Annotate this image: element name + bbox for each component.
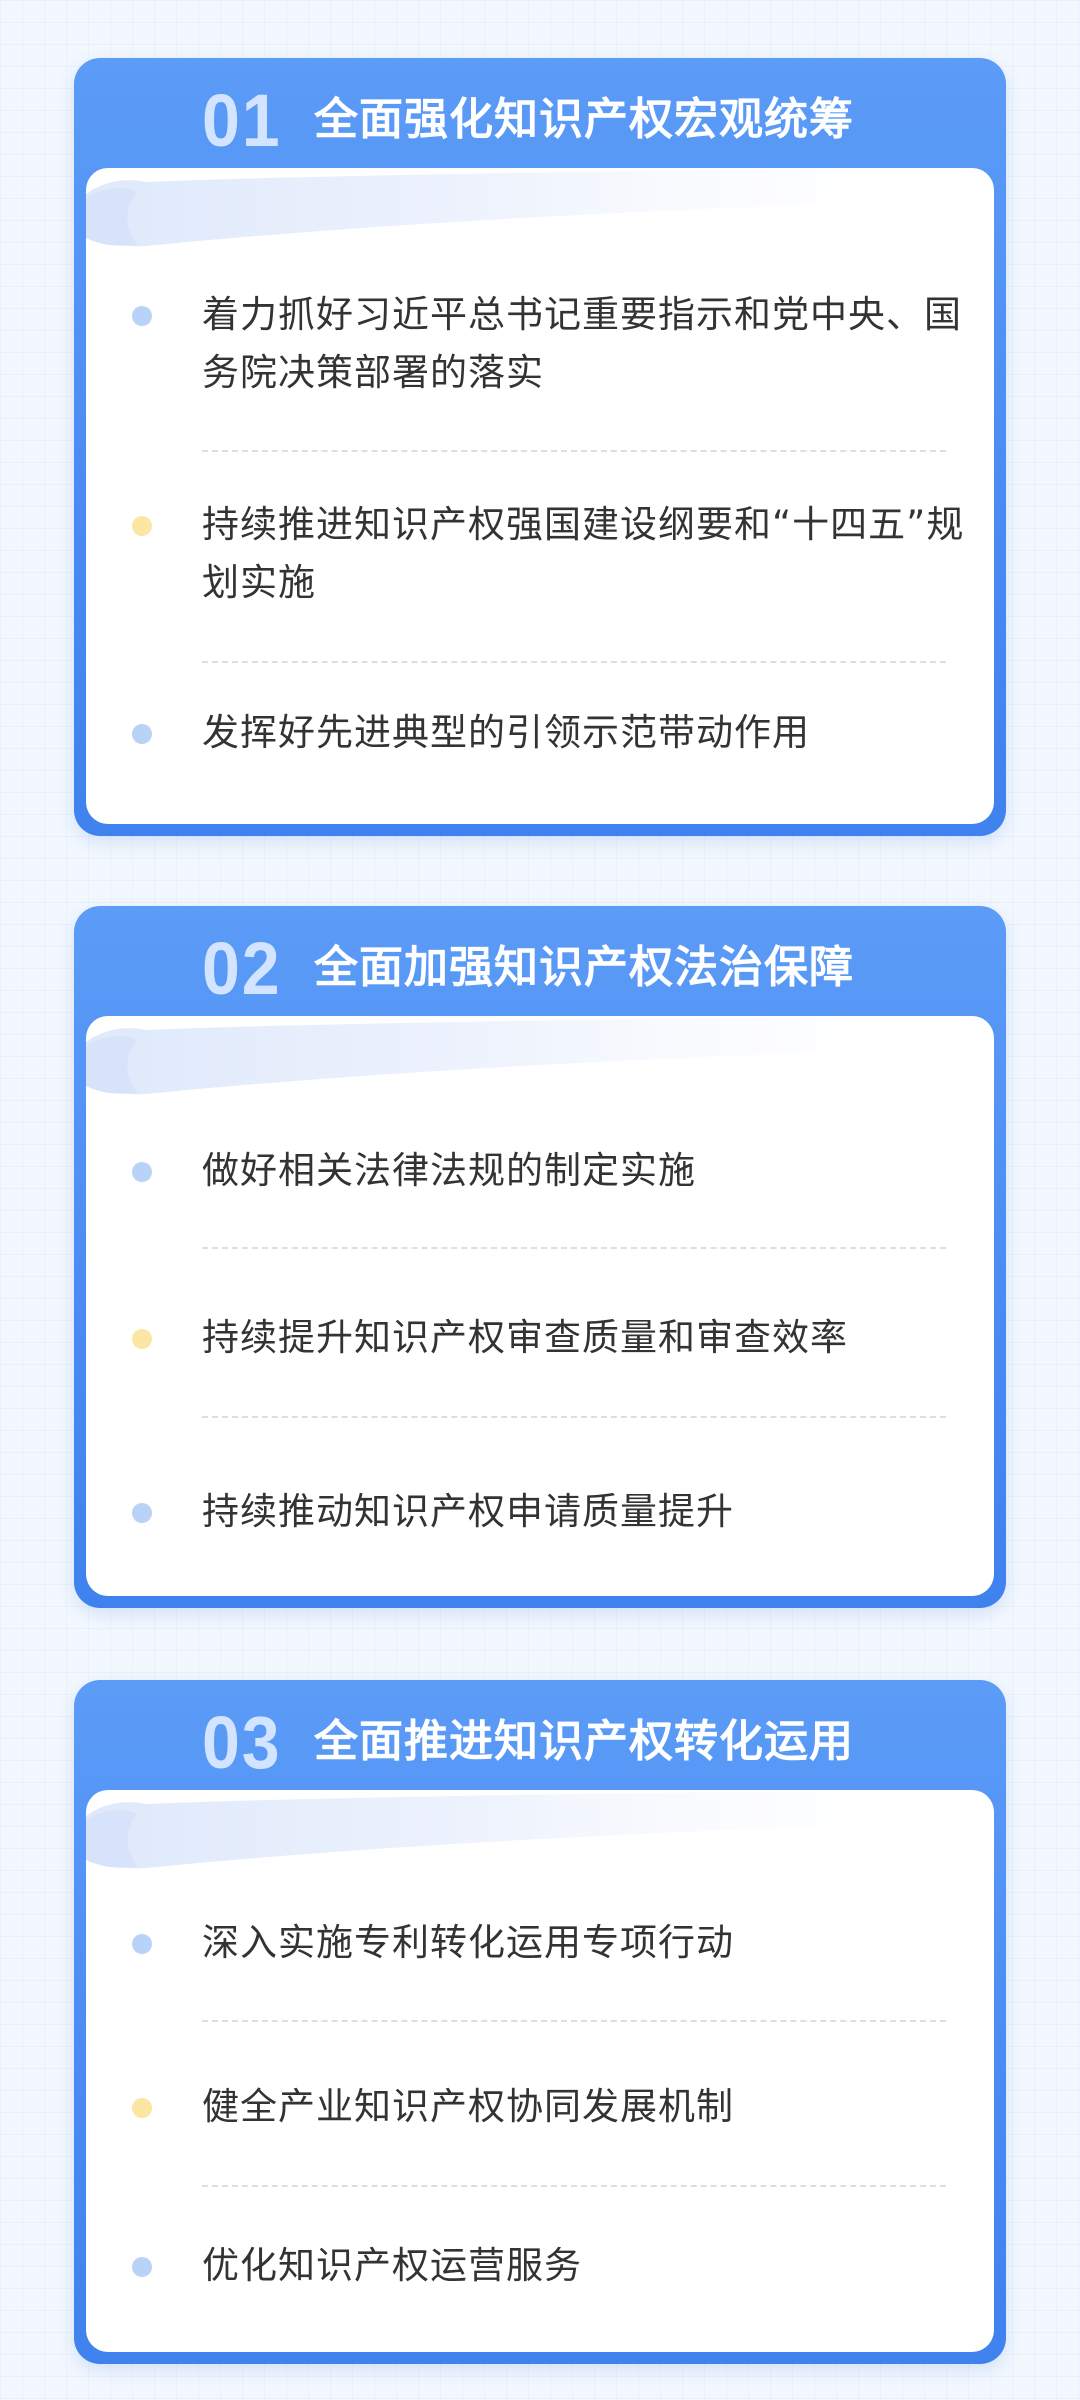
section-number: 03 [202, 1701, 282, 1784]
list-item-text: 发挥好先进典型的引领示范带动作用 [202, 711, 810, 754]
divider [202, 2185, 946, 2187]
section-card-3: 03 全面推进知识产权转化运用 深入实施专利转化运用专项行动 健全产业知识产权协… [74, 1680, 1006, 2364]
divider [202, 661, 946, 663]
bullet-dot [132, 516, 152, 536]
list-item-text: 深入实施专利转化运用专项行动 [202, 1921, 734, 1964]
list-item-text: 持续推动知识产权申请质量提升 [202, 1490, 734, 1533]
section-number: 02 [202, 927, 282, 1010]
list-item-text: 持续推进知识产权强国建设纲要和“十四五”规划实施 [202, 503, 965, 604]
list-item-text: 优化知识产权运营服务 [202, 2244, 582, 2287]
section-header: 03 全面推进知识产权转化运用 [74, 1680, 1006, 1798]
section-content-card: 着力抓好习近平总书记重要指示和党中央、国务院决策部署的落实 持续推进知识产权强国… [86, 168, 994, 824]
divider [202, 450, 946, 452]
bullet-dot [132, 2257, 152, 2277]
list-item-text: 着力抓好习近平总书记重要指示和党中央、国务院决策部署的落实 [202, 293, 962, 394]
section-title: 全面强化知识产权宏观统筹 [314, 94, 854, 145]
page-curl-decoration [86, 1016, 994, 1095]
bullet-dot [132, 306, 152, 326]
bullet-dot [132, 1934, 152, 1954]
section-number: 01 [202, 79, 282, 162]
list-item-text: 健全产业知识产权协同发展机制 [202, 2085, 734, 2128]
section-title: 全面加强知识产权法治保障 [314, 942, 854, 993]
list-item-text: 做好相关法律法规的制定实施 [202, 1149, 696, 1192]
divider [202, 1247, 946, 1249]
section-card-1: 01 全面强化知识产权宏观统筹 着力抓好习近平总书记重要指示和党中央、国务院决策… [74, 58, 1006, 836]
section-card-2: 02 全面加强知识产权法治保障 做好相关法律法规的制定实施 持续提升知识产权审查… [74, 906, 1006, 1608]
page-curl-decoration [86, 168, 994, 247]
bullet-dot [132, 724, 152, 744]
bullet-dot [132, 1162, 152, 1182]
section-header: 01 全面强化知识产权宏观统筹 [74, 58, 1006, 176]
divider [202, 1416, 946, 1418]
bullet-dot [132, 1329, 152, 1349]
bullet-dot [132, 1503, 152, 1523]
section-content-card: 深入实施专利转化运用专项行动 健全产业知识产权协同发展机制 优化知识产权运营服务 [86, 1790, 994, 2352]
section-content-card: 做好相关法律法规的制定实施 持续提升知识产权审查质量和审查效率 持续推动知识产权… [86, 1016, 994, 1596]
section-title: 全面推进知识产权转化运用 [314, 1716, 854, 1767]
section-header: 02 全面加强知识产权法治保障 [74, 906, 1006, 1024]
bullet-dot [132, 2098, 152, 2118]
divider [202, 2020, 946, 2022]
list-item-text: 持续提升知识产权审查质量和审查效率 [202, 1316, 848, 1359]
page-curl-decoration [86, 1790, 994, 1869]
